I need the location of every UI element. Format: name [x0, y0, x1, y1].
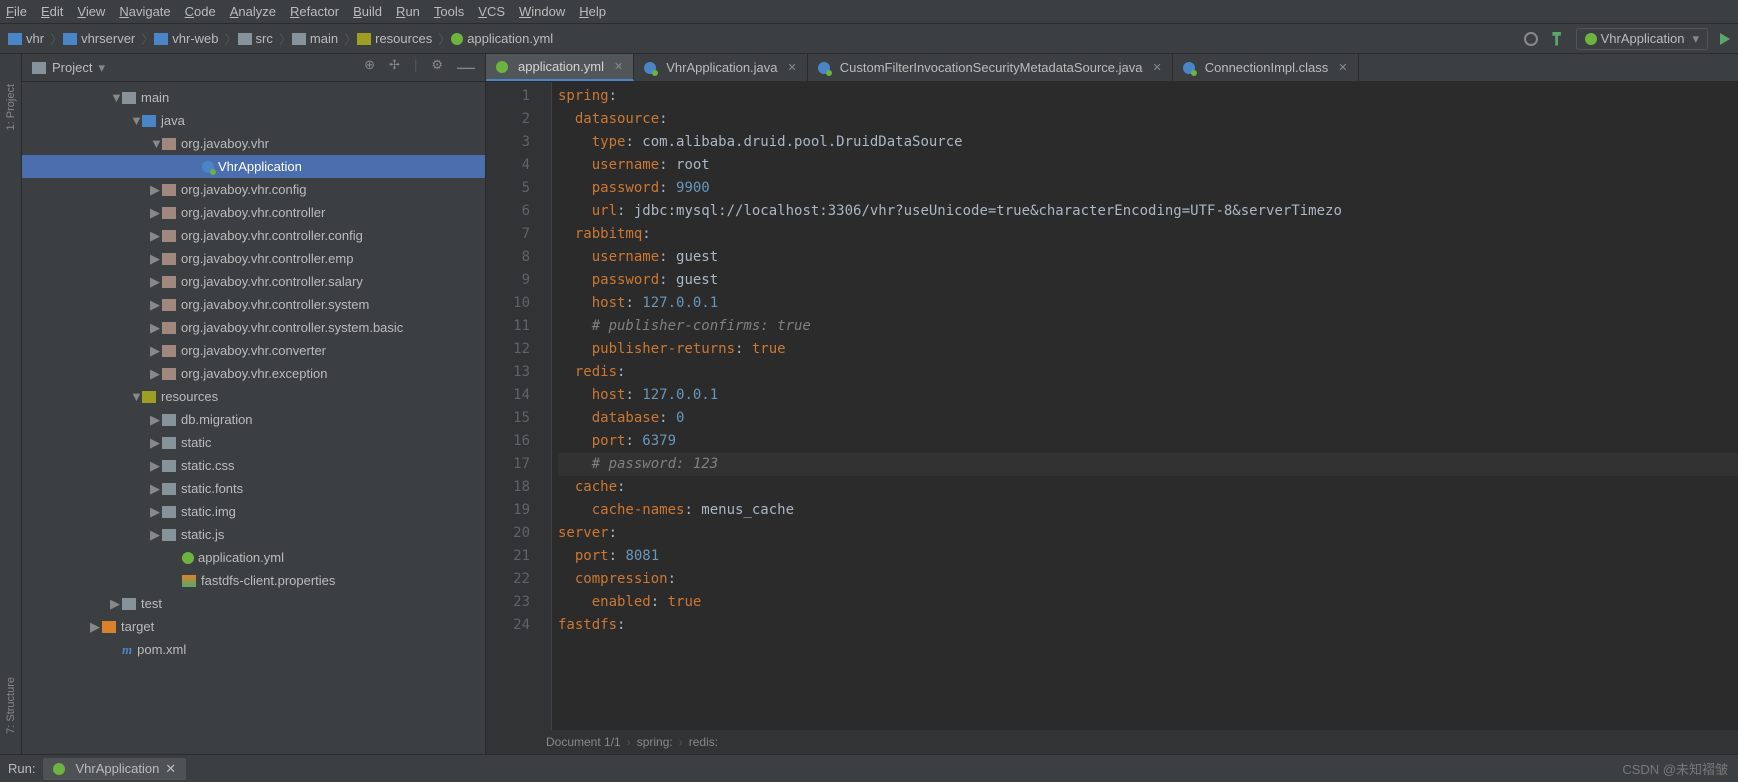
tree-item-main[interactable]: ▼main [22, 86, 485, 109]
breadcrumb-application.yml[interactable]: application.yml [451, 31, 553, 46]
menu-bar: File Edit View Navigate Code Analyze Refactor B… [0, 0, 1738, 24]
breadcrumb-vhr-web[interactable]: vhr-web [154, 31, 218, 46]
bottom-tool-bar: Run: VhrApplication ✕ [0, 754, 1738, 782]
code-content[interactable]: spring: datasource: type: com.alibaba.dr… [552, 82, 1738, 730]
editor-tabs: application.yml✕VhrApplication.java✕Cust… [486, 54, 1738, 82]
target-icon[interactable] [1524, 32, 1538, 46]
run-button[interactable] [1720, 33, 1730, 45]
editor-tab-VhrApplication.java[interactable]: VhrApplication.java✕ [634, 54, 808, 81]
run-tab[interactable]: VhrApplication ✕ [43, 758, 186, 780]
breadcrumb-resources[interactable]: resources [357, 31, 432, 46]
editor-tab-application.yml[interactable]: application.yml✕ [486, 54, 634, 81]
crumb-redis[interactable]: redis: [689, 735, 718, 749]
crumb-spring[interactable]: spring: [637, 735, 673, 749]
tree-item-resources[interactable]: ▼resources [22, 385, 485, 408]
project-icon [32, 62, 46, 74]
tree-item-fastdfs-client-properties[interactable]: fastdfs-client.properties [22, 569, 485, 592]
hide-icon[interactable]: — [457, 57, 475, 78]
close-icon[interactable]: ✕ [1153, 61, 1162, 74]
tree-item-org-javaboy-vhr-config[interactable]: ▶org.javaboy.vhr.config [22, 178, 485, 201]
tree-item-org-javaboy-vhr-controller-emp[interactable]: ▶org.javaboy.vhr.controller.emp [22, 247, 485, 270]
menu-analyze[interactable]: Analyze [230, 4, 276, 19]
tree-item-static[interactable]: ▶static [22, 431, 485, 454]
crumb-doc: Document 1/1 [546, 735, 621, 749]
editor-area: application.yml✕VhrApplication.java✕Cust… [486, 54, 1738, 754]
breadcrumb-vhr[interactable]: vhr [8, 31, 44, 46]
tree-item-java[interactable]: ▼java [22, 109, 485, 132]
menu-navigate[interactable]: Navigate [119, 4, 170, 19]
project-header: Project ▾ ⊕ ✢ | ⚙ — [22, 54, 485, 82]
fold-gutter[interactable] [538, 82, 552, 730]
spring-icon [1585, 33, 1597, 45]
structure-tool-tab[interactable]: 7: Structure [5, 677, 17, 734]
menu-tools[interactable]: Tools [434, 4, 464, 19]
tree-item-test[interactable]: ▶test [22, 592, 485, 615]
project-title: Project [52, 60, 92, 75]
breadcrumb-vhrserver[interactable]: vhrserver [63, 31, 135, 46]
editor-breadcrumb-bar[interactable]: Document 1/1› spring:› redis: [486, 730, 1738, 754]
locate-icon[interactable]: ⊕ [364, 57, 375, 78]
tree-item-org-javaboy-vhr-exception[interactable]: ▶org.javaboy.vhr.exception [22, 362, 485, 385]
tree-item-static-img[interactable]: ▶static.img [22, 500, 485, 523]
breadcrumb-main[interactable]: main [292, 31, 338, 46]
menu-view[interactable]: View [77, 4, 105, 19]
menu-help[interactable]: Help [579, 4, 606, 19]
editor-tab-ConnectionImpl.class[interactable]: ConnectionImpl.class✕ [1173, 54, 1359, 81]
menu-vcs[interactable]: VCS [478, 4, 505, 19]
close-icon[interactable]: ✕ [1338, 61, 1347, 74]
tree-item-org-javaboy-vhr-controller-config[interactable]: ▶org.javaboy.vhr.controller.config [22, 224, 485, 247]
left-tool-window-bar: 1: Project 7: Structure [0, 54, 22, 754]
menu-code[interactable]: Code [185, 4, 216, 19]
menu-edit[interactable]: Edit [41, 4, 63, 19]
chevron-down-icon[interactable]: ▾ [98, 60, 105, 76]
menu-window[interactable]: Window [519, 4, 565, 19]
tree-item-static-js[interactable]: ▶static.js [22, 523, 485, 546]
project-tool-window: Project ▾ ⊕ ✢ | ⚙ — ▼main▼java▼org.javab… [22, 54, 486, 754]
tree-item-VhrApplication[interactable]: VhrApplication [22, 155, 485, 178]
gear-icon[interactable]: ⚙ [431, 57, 443, 78]
run-config-label: VhrApplication [1601, 31, 1685, 46]
tree-item-static-css[interactable]: ▶static.css [22, 454, 485, 477]
close-icon[interactable]: ✕ [165, 761, 176, 777]
tree-item-org-javaboy-vhr-converter[interactable]: ▶org.javaboy.vhr.converter [22, 339, 485, 362]
tree-item-static-fonts[interactable]: ▶static.fonts [22, 477, 485, 500]
close-icon[interactable]: ✕ [788, 61, 797, 74]
tree-item-org-javaboy-vhr-controller-system-basic[interactable]: ▶org.javaboy.vhr.controller.system.basic [22, 316, 485, 339]
tree-item-org-javaboy-vhr-controller-salary[interactable]: ▶org.javaboy.vhr.controller.salary [22, 270, 485, 293]
tree-item-application-yml[interactable]: application.yml [22, 546, 485, 569]
spring-icon [53, 763, 65, 775]
chevron-down-icon: ▾ [1692, 31, 1699, 47]
tree-item-db-migration[interactable]: ▶db.migration [22, 408, 485, 431]
tree-item-target[interactable]: ▶target [22, 615, 485, 638]
menu-refactor[interactable]: Refactor [290, 4, 339, 19]
project-tool-tab[interactable]: 1: Project [5, 84, 17, 130]
hammer-icon[interactable] [1550, 32, 1564, 46]
code-editor[interactable]: 123456789101112131415161718192021222324 … [486, 82, 1738, 730]
line-number-gutter: 123456789101112131415161718192021222324 [486, 82, 538, 730]
menu-run[interactable]: Run [396, 4, 420, 19]
project-tree[interactable]: ▼main▼java▼org.javaboy.vhrVhrApplication… [22, 82, 485, 754]
watermark: CSDN @未知褶皱 [1622, 759, 1728, 778]
run-label[interactable]: Run: [8, 761, 35, 776]
tree-item-pom-xml[interactable]: mpom.xml [22, 638, 485, 661]
tree-item-org-javaboy-vhr-controller[interactable]: ▶org.javaboy.vhr.controller [22, 201, 485, 224]
tree-item-org-javaboy-vhr[interactable]: ▼org.javaboy.vhr [22, 132, 485, 155]
editor-tab-CustomFilterInvocationSecurityMetadataSource.java[interactable]: CustomFilterInvocationSecurityMetadataSo… [808, 54, 1173, 81]
navigation-bar: vhr〉vhrserver〉vhr-web〉src〉main〉resources… [0, 24, 1738, 54]
run-configuration-selector[interactable]: VhrApplication ▾ [1576, 28, 1708, 50]
expand-icon[interactable]: ✢ [389, 57, 400, 78]
divider: | [414, 57, 417, 78]
run-tab-label: VhrApplication [75, 761, 159, 776]
close-icon[interactable]: ✕ [614, 60, 623, 73]
menu-build[interactable]: Build [353, 4, 382, 19]
menu-file[interactable]: File [6, 4, 27, 19]
tree-item-org-javaboy-vhr-controller-system[interactable]: ▶org.javaboy.vhr.controller.system [22, 293, 485, 316]
breadcrumb-src[interactable]: src [238, 31, 273, 46]
